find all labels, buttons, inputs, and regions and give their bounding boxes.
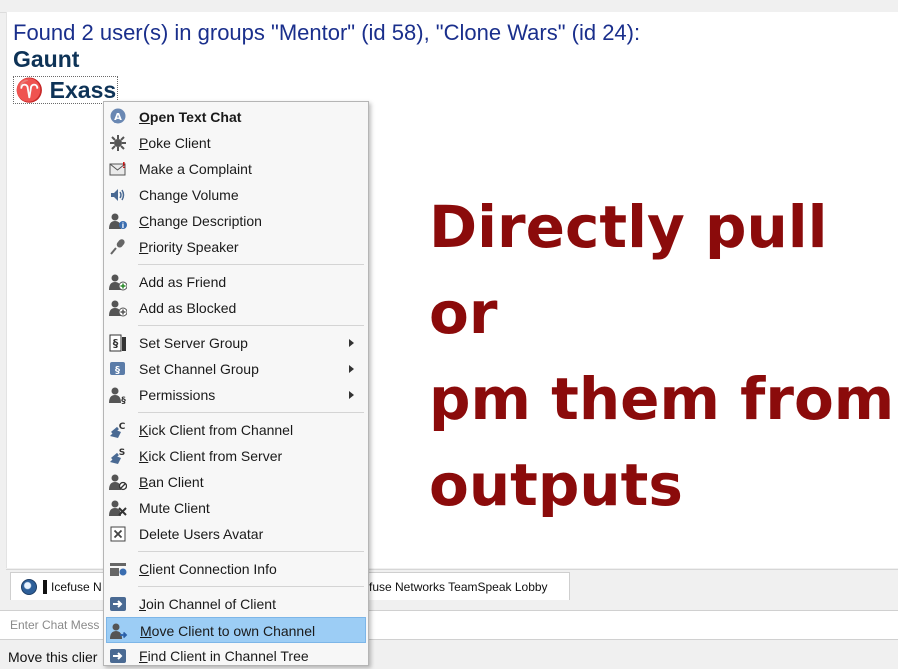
menu-item-set-channel-group[interactable]: § Set Channel Group — [104, 356, 368, 382]
annotation-line-1: Directly pull or — [429, 193, 828, 347]
description-icon: i — [109, 212, 127, 230]
find-client-icon — [109, 647, 127, 665]
connection-info-icon — [109, 560, 127, 578]
svg-text:S: S — [119, 448, 125, 458]
delete-avatar-icon — [109, 525, 127, 543]
microphone-icon — [109, 238, 127, 256]
ban-icon — [109, 473, 127, 491]
tab-channel[interactable]: fuse Networks TeamSpeak Lobby — [368, 572, 570, 600]
user-link-gaunt[interactable]: Gaunt — [13, 46, 79, 73]
menu-item-change-description[interactable]: i Change Description — [104, 208, 368, 234]
submenu-arrow-icon — [349, 391, 354, 399]
svg-text:§: § — [115, 365, 120, 376]
submenu-arrow-icon — [349, 339, 354, 347]
menu-item-ban-client[interactable]: Ban Client — [104, 469, 368, 495]
poke-icon — [109, 134, 127, 152]
add-blocked-icon — [109, 299, 127, 317]
join-channel-icon — [109, 595, 127, 613]
menu-separator — [138, 412, 364, 413]
menu-separator — [138, 264, 364, 265]
annotation-line-3: outputs — [429, 451, 683, 519]
menu-separator — [138, 325, 364, 326]
svg-text:!: ! — [122, 161, 126, 170]
menu-item-priority-speaker[interactable]: Priority Speaker — [104, 234, 368, 260]
menu-item-poke-client[interactable]: Poke Client — [104, 130, 368, 156]
kick-channel-icon: C — [109, 421, 127, 439]
menu-item-change-volume[interactable]: Change Volume — [104, 182, 368, 208]
menu-separator — [138, 551, 364, 552]
tab-indicator — [43, 579, 47, 594]
menu-item-kick-from-server[interactable]: S Kick Client from Server — [104, 443, 368, 469]
menu-separator — [138, 586, 364, 587]
kick-server-icon: S — [109, 447, 127, 465]
tab-label: Icefuse N — [51, 579, 102, 594]
menu-item-set-server-group[interactable]: § Set Server Group — [104, 330, 368, 356]
aries-symbol-icon: ♈ — [15, 77, 44, 103]
submenu-arrow-icon — [349, 365, 354, 373]
menu-item-add-friend[interactable]: Add as Friend — [104, 269, 368, 295]
menu-item-add-blocked[interactable]: Add as Blocked — [104, 295, 368, 321]
complaint-icon: ! — [109, 160, 127, 178]
svg-text:§: § — [113, 337, 119, 350]
text-chat-icon: A — [109, 108, 127, 126]
user-name: Exass — [49, 77, 117, 103]
menu-item-delete-avatar[interactable]: Delete Users Avatar — [104, 521, 368, 547]
server-group-icon: § — [109, 334, 127, 352]
context-menu: A Open Text Chat Poke Client ! Make a Co… — [103, 101, 369, 666]
user-link-exass[interactable]: ♈ Exass — [13, 76, 119, 104]
status-text: Move this clier — [8, 649, 98, 665]
mute-icon — [109, 499, 127, 517]
annotation-line-2: pm them from — [429, 365, 895, 433]
svg-text:C: C — [119, 422, 126, 432]
menu-item-permissions[interactable]: § Permissions — [104, 382, 368, 408]
volume-icon — [109, 186, 127, 204]
menu-item-find-client-in-tree[interactable]: Find Client in Channel Tree — [104, 643, 368, 669]
tab-server[interactable]: Icefuse N — [10, 572, 118, 600]
permissions-icon: § — [109, 386, 127, 404]
menu-item-make-complaint[interactable]: ! Make a Complaint — [104, 156, 368, 182]
menu-item-open-text-chat[interactable]: A Open Text Chat — [104, 104, 368, 130]
channel-group-icon: § — [109, 360, 127, 378]
add-friend-icon — [109, 273, 127, 291]
menu-item-connection-info[interactable]: Client Connection Info — [104, 556, 368, 582]
tab-label: fuse Networks TeamSpeak Lobby — [369, 579, 548, 594]
chat-input-placeholder: Enter Chat Mess — [10, 618, 100, 632]
svg-text:§: § — [121, 396, 126, 404]
menu-item-kick-from-channel[interactable]: C Kick Client from Channel — [104, 417, 368, 443]
search-result-text: Found 2 user(s) in groups "Mentor" (id 5… — [13, 20, 641, 45]
svg-text:A: A — [114, 112, 122, 123]
move-client-icon — [110, 622, 128, 640]
menu-item-join-channel-of-client[interactable]: Join Channel of Client — [104, 591, 368, 617]
menu-item-mute-client[interactable]: Mute Client — [104, 495, 368, 521]
svg-text:i: i — [122, 222, 124, 230]
annotation-overlay: Directly pull or pm them from outputs — [429, 184, 898, 528]
teamspeak-icon — [21, 578, 37, 595]
menu-item-move-client-to-own-channel[interactable]: Move Client to own Channel — [106, 617, 366, 643]
